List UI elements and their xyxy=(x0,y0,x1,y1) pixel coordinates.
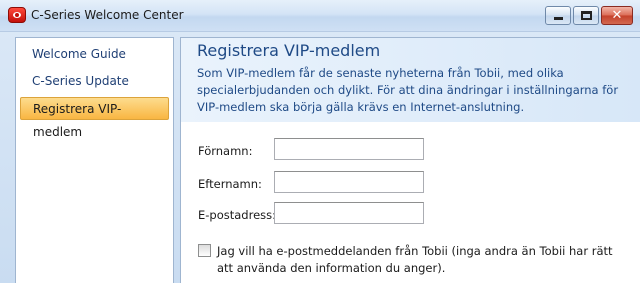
last-name-field[interactable] xyxy=(274,171,424,193)
email-opt-in-label[interactable]: Jag vill ha e-postmeddelanden från Tobii… xyxy=(217,243,627,277)
maximize-icon xyxy=(580,11,592,20)
close-button[interactable]: ✕ xyxy=(601,6,633,25)
minimize-button[interactable] xyxy=(545,6,571,25)
page-title: Registrera VIP-medlem xyxy=(197,41,381,60)
app-window: C-Series Welcome Center ✕ Welcome Guide … xyxy=(0,0,640,283)
minimize-icon xyxy=(553,17,563,20)
tobii-app-icon[interactable] xyxy=(8,7,26,23)
sidebar-item-update-notifier[interactable]: C-Series Update Notifier xyxy=(20,70,169,110)
first-name-field[interactable] xyxy=(274,138,424,160)
main-panel: Registrera VIP-medlem Som VIP-medlem får… xyxy=(180,37,640,283)
window-title: C-Series Welcome Center xyxy=(31,8,184,22)
page-description: Som VIP-medlem får de senaste nyheterna … xyxy=(197,66,619,114)
sidebar: Welcome Guide C-Series Update Notifier R… xyxy=(15,37,174,283)
panel-header: Registrera VIP-medlem Som VIP-medlem får… xyxy=(181,38,640,122)
sidebar-item-vip-member[interactable]: Registrera VIP-medlem xyxy=(20,97,169,139)
close-icon: ✕ xyxy=(611,8,623,23)
last-name-label: Efternamn: xyxy=(198,177,262,191)
first-name-label: Förnamn: xyxy=(198,144,253,158)
email-opt-in-checkbox[interactable] xyxy=(198,244,211,257)
maximize-button[interactable] xyxy=(573,6,599,25)
email-field[interactable] xyxy=(274,202,424,224)
email-label: E-postadress: xyxy=(198,208,277,222)
title-bar[interactable]: C-Series Welcome Center ✕ xyxy=(0,0,640,32)
sidebar-item-welcome-guide[interactable]: Welcome Guide xyxy=(20,43,169,65)
